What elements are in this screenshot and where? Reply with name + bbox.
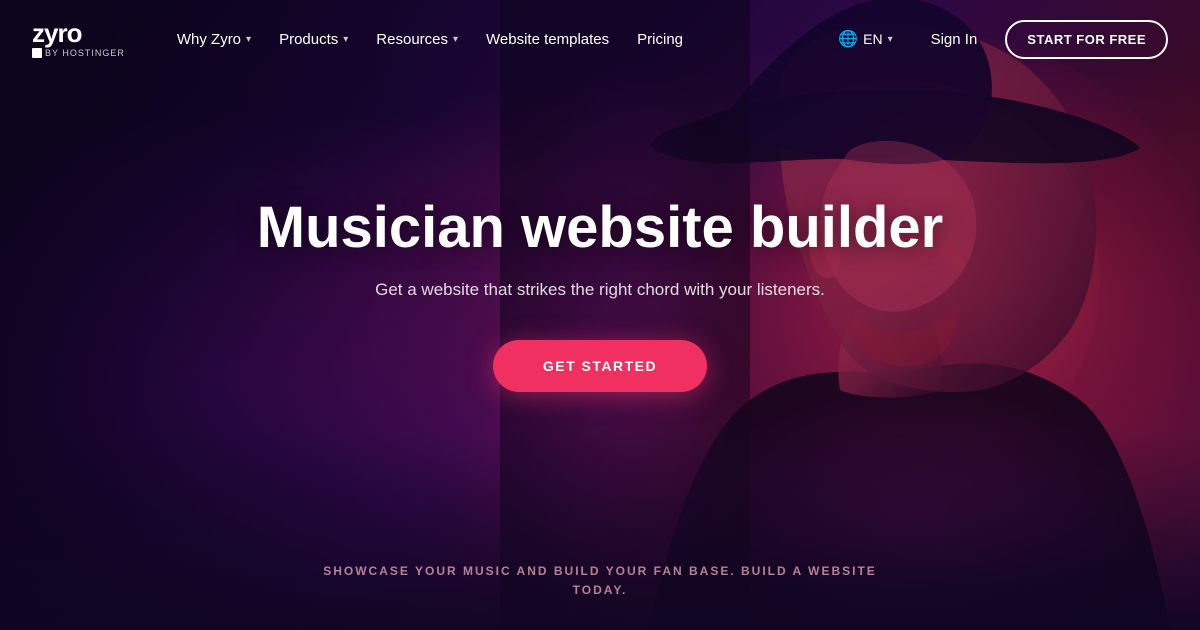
chevron-down-icon: ▾ — [246, 34, 251, 45]
start-for-free-button[interactable]: START FOR FREE — [1005, 20, 1168, 59]
hero-content: Musician website builder Get a website t… — [0, 0, 1200, 630]
logo[interactable]: zyro BY HOSTINGER — [32, 20, 125, 58]
nav-item-resources[interactable]: Resources ▾ — [364, 23, 470, 56]
language-selector[interactable]: 🌐 EN ▾ — [828, 23, 902, 55]
get-started-button[interactable]: GET STARTED — [493, 340, 707, 392]
chevron-down-icon: ▾ — [343, 34, 348, 45]
nav-links: Why Zyro ▾ Products ▾ Resources ▾ Websit… — [165, 23, 828, 56]
nav-item-website-templates[interactable]: Website templates — [474, 23, 621, 56]
hero-subtitle: Get a website that strikes the right cho… — [375, 280, 825, 300]
logo-subtext: BY HOSTINGER — [32, 48, 125, 58]
nav-right: 🌐 EN ▾ Sign In START FOR FREE — [828, 20, 1168, 59]
hero-title: Musician website builder — [257, 196, 943, 260]
nav-item-why-zyro[interactable]: Why Zyro ▾ — [165, 23, 263, 56]
globe-icon: 🌐 — [838, 29, 858, 49]
hero-tagline: SHOWCASE YOUR MUSIC AND BUILD YOUR FAN B… — [0, 562, 1200, 600]
chevron-down-icon: ▾ — [453, 34, 458, 45]
logo-text: zyro — [32, 20, 125, 46]
h-icon — [32, 48, 42, 58]
signin-button[interactable]: Sign In — [919, 25, 990, 54]
chevron-down-icon: ▾ — [888, 34, 893, 45]
navigation: zyro BY HOSTINGER Why Zyro ▾ Products ▾ … — [0, 0, 1200, 78]
nav-item-products[interactable]: Products ▾ — [267, 23, 360, 56]
nav-item-pricing[interactable]: Pricing — [625, 23, 695, 56]
